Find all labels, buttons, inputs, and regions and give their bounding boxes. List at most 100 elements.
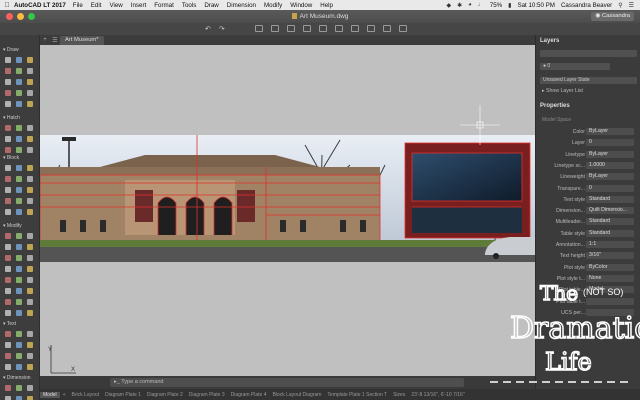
tool-button-icon[interactable] [5,176,11,182]
tool-button-icon[interactable] [16,266,22,272]
property-value[interactable]: ByLayer [586,150,634,158]
tool-button-icon[interactable] [16,57,22,63]
properties-panel-title[interactable]: Properties [540,103,570,109]
notification-center-icon[interactable]: ☰ [629,2,634,9]
print-icon[interactable] [255,25,263,32]
tool-button-icon[interactable] [5,342,11,348]
menu-edit[interactable]: Edit [91,2,102,9]
section-dimension[interactable]: ▾ Dimension [3,375,31,381]
property-value[interactable] [586,297,634,305]
new-tab-icon[interactable]: + [40,37,50,43]
tool-button-icon[interactable] [27,209,33,215]
tool-button-icon[interactable] [16,136,22,142]
tool-button-icon[interactable] [5,385,11,391]
tool-button-icon[interactable] [27,331,33,337]
tool-button-icon[interactable] [5,101,11,107]
menu-format[interactable]: Format [154,2,174,9]
tool-button-icon[interactable] [27,266,33,272]
property-value[interactable] [586,308,634,316]
dropbox-icon[interactable]: ◆ [446,2,451,9]
tool-button-icon[interactable] [5,353,11,359]
property-value[interactable]: Standard [586,218,634,226]
tool-button-icon[interactable] [5,79,11,85]
tool-button-icon[interactable] [16,101,22,107]
property-value[interactable]: Standard [586,229,634,237]
property-row[interactable]: Linetype ByLayer [536,150,640,159]
tool-button-icon[interactable] [5,136,11,142]
undo-icon[interactable]: ↶ [205,25,211,33]
tool-button-icon[interactable] [16,233,22,239]
layer-state-dropdown[interactable]: Unsaved Layer State [540,77,637,84]
tool-button-icon[interactable] [27,125,33,131]
tool-button-icon[interactable] [5,233,11,239]
property-value[interactable]: Model [586,286,634,294]
tool-button-icon[interactable] [5,90,11,96]
tool-button-icon[interactable] [16,353,22,359]
tool-button-icon[interactable] [5,198,11,204]
share-icon[interactable] [303,25,311,32]
tool-button-icon[interactable] [27,364,33,370]
tab-layout[interactable]: Diagram Plate 4 [228,392,270,398]
tool-button-icon[interactable] [5,299,11,305]
property-value[interactable]: Standard [586,195,634,203]
tool-button-icon[interactable] [16,198,22,204]
tool-button-icon[interactable] [16,342,22,348]
tab-layout[interactable]: Template Plate 1 Section T [324,392,390,398]
tool-button-icon[interactable] [27,187,33,193]
tab-layout[interactable]: Brick Layout [69,392,103,398]
bluetooth-icon[interactable]: ✱ [457,2,462,9]
layer-tools-row[interactable] [540,50,637,57]
tool-button-icon[interactable] [16,299,22,305]
tool-button-icon[interactable] [16,90,22,96]
tool-button-icon[interactable] [27,57,33,63]
tool-button-icon[interactable] [27,310,33,316]
show-layer-list-toggle[interactable]: ▸ Show Layer List [542,88,583,94]
tool-button-icon[interactable] [16,79,22,85]
tab-layout[interactable]: Sizes [390,392,408,398]
tool-button-icon[interactable] [16,331,22,337]
menu-window[interactable]: Window [290,2,312,9]
tool-button-icon[interactable] [16,125,22,131]
tool-button-icon[interactable] [16,176,22,182]
menu-view[interactable]: View [109,2,122,9]
property-row[interactable]: Plot style t... None [536,274,640,283]
property-row[interactable]: UCS per... [536,308,640,317]
tool-button-icon[interactable] [5,288,11,294]
tool-button-icon[interactable] [16,277,22,283]
add-layout-icon[interactable]: + [60,392,69,398]
property-value[interactable]: 0 [586,139,634,147]
section-block[interactable]: ▾ Block [3,155,19,161]
tool-button-icon[interactable] [16,244,22,250]
property-row[interactable]: Multileader... Standard [536,217,640,226]
tool-button-icon[interactable] [27,288,33,294]
tool-button-icon[interactable] [27,385,33,391]
volume-icon[interactable]: ♩ [478,2,484,8]
plot-icon[interactable] [271,25,279,32]
property-row[interactable]: Table style Standard [536,229,640,238]
tab-model[interactable]: Model [40,391,60,398]
section-text[interactable]: ▾ Text [3,321,16,327]
menu-modify[interactable]: Modify [264,2,282,9]
tool-button-icon[interactable] [5,266,11,272]
battery-icon[interactable]: ▮ [508,2,511,9]
layers-panel-title[interactable]: Layers [540,38,559,44]
section-hatch[interactable]: ▾ Hatch [3,115,20,121]
property-row[interactable]: Linetype sc... 1.0000 [536,161,640,170]
tool-button-icon[interactable] [5,209,11,215]
account-button[interactable]: ◉ Cassandra [591,12,634,21]
clock[interactable]: Sat 10:50 PM [517,2,555,9]
menu-tools[interactable]: Tools [182,2,196,9]
tool-button-icon[interactable] [5,244,11,250]
section-modify[interactable]: ▾ Modify [3,223,22,229]
tab-art-museum[interactable]: Art Museum* [60,35,104,45]
property-row[interactable]: Annotation... 1:1 [536,240,640,249]
property-row[interactable]: Lineweight ByLayer [536,172,640,181]
export-icon[interactable] [319,25,327,32]
save-as-icon[interactable] [383,25,391,32]
menu-insert[interactable]: Insert [131,2,146,9]
property-row[interactable]: Color ByLayer [536,127,640,136]
tool-button-icon[interactable] [27,277,33,283]
tool-button-icon[interactable] [27,68,33,74]
tool-button-icon[interactable] [5,125,11,131]
new-file-icon[interactable] [335,25,343,32]
